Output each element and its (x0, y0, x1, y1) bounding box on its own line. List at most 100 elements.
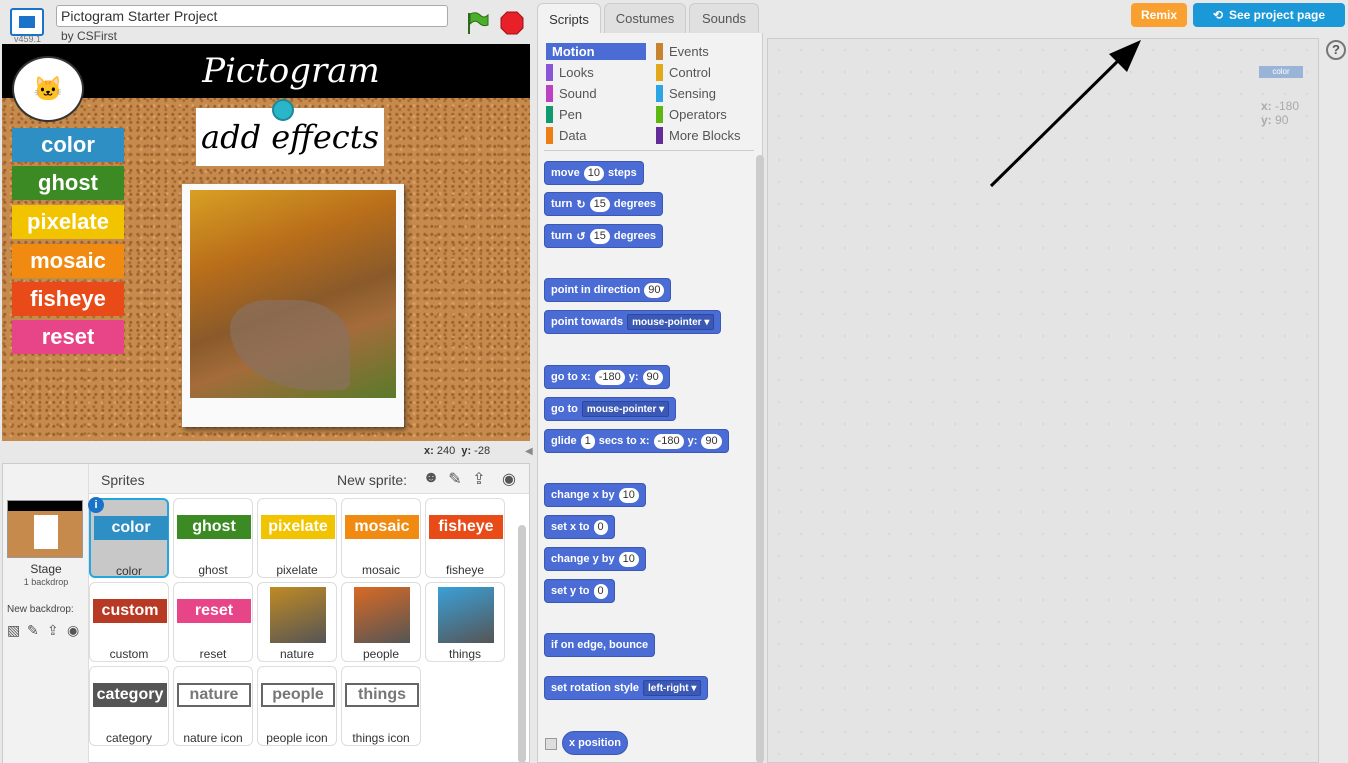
rotation-style-block[interactable]: set rotation style left-right ▾ (544, 676, 709, 700)
set-y-block[interactable]: set y to 0 (544, 579, 615, 603)
photo-frame[interactable] (182, 184, 404, 427)
category-right-4[interactable]: More Blocks (656, 127, 741, 144)
point-in-direction-block[interactable]: point in direction 90 (544, 278, 672, 302)
camera-icon[interactable]: ◉ (499, 469, 519, 489)
sprite-tile[interactable]: nature nature icon (173, 666, 253, 746)
stage-button-3[interactable]: mosaic (12, 244, 124, 278)
category-label: More Blocks (669, 128, 741, 143)
change-y-block[interactable]: change y by 10 (544, 547, 646, 571)
paintbrush-icon[interactable]: ✎ (27, 622, 45, 640)
block-number[interactable]: 90 (644, 282, 665, 298)
sprite-info-icon[interactable]: i (88, 497, 104, 513)
sprite-costume: mosaic (345, 515, 419, 539)
category-right-3[interactable]: Operators (656, 106, 727, 123)
sprite-tile[interactable]: things (425, 582, 505, 662)
sprite-tile[interactable]: ghost ghost (173, 498, 253, 578)
tab-sounds[interactable]: Sounds (689, 3, 759, 33)
turn-counterclockwise-block[interactable]: turn ↺ 15 degrees (544, 224, 664, 248)
mouse-coordinates: x: 240 y: -28 (424, 445, 490, 457)
category-left-1[interactable]: Looks (546, 64, 594, 81)
category-label: Looks (559, 65, 594, 80)
stage-button-4[interactable]: fisheye (12, 282, 124, 316)
sprite-tile[interactable]: pixelate pixelate (257, 498, 337, 578)
stage-button-5[interactable]: reset (12, 320, 124, 354)
block-dropdown[interactable]: mouse-pointer ▾ (627, 314, 715, 330)
sprite-list-scrollbar[interactable] (518, 525, 526, 763)
stage-thumbnail[interactable] (7, 500, 83, 558)
remix-button[interactable]: Remix (1131, 3, 1187, 27)
block-number[interactable]: -180 (594, 369, 625, 385)
character-icon[interactable]: ☻ (421, 469, 441, 489)
block-number[interactable]: 0 (593, 519, 608, 535)
change-x-block[interactable]: change x by 10 (544, 483, 646, 507)
green-flag-icon[interactable] (464, 10, 490, 36)
autumn-photo (190, 190, 396, 398)
see-project-page-button[interactable]: ⟲ See project page (1193, 3, 1345, 27)
block-number[interactable]: 1 (580, 433, 595, 449)
move-block[interactable]: move 10 steps (544, 161, 644, 185)
category-swatch (546, 127, 553, 144)
sprite-tile[interactable]: custom custom (89, 582, 169, 662)
sprite-costume: things (345, 683, 419, 707)
go-to-xy-block[interactable]: go to x: -180 y: 90 (544, 365, 670, 389)
collapse-stage-icon[interactable]: ◀ (525, 446, 537, 460)
sprite-name: fisheye (445, 563, 485, 577)
category-left-4[interactable]: Data (546, 127, 586, 144)
upload-icon[interactable]: ⇪ (47, 622, 65, 640)
turn-clockwise-block[interactable]: turn ↻ 15 degrees (544, 192, 664, 216)
set-x-block[interactable]: set x to 0 (544, 515, 615, 539)
sprite-tile[interactable]: reset reset (173, 582, 253, 662)
x-position-checkbox[interactable] (545, 738, 557, 750)
block-number[interactable]: 0 (593, 583, 608, 599)
bounce-block[interactable]: if on edge, bounce (544, 633, 656, 657)
stage[interactable]: Pictogram 🐱 color ghost pixelate mosaic fish… (2, 44, 530, 441)
stage-button-2[interactable]: pixelate (12, 205, 124, 239)
category-right-0[interactable]: Events (656, 43, 709, 60)
block-dropdown[interactable]: mouse-pointer ▾ (581, 401, 670, 417)
go-to-block[interactable]: go to mouse-pointer ▾ (544, 397, 677, 421)
category-right-2[interactable]: Sensing (656, 85, 716, 102)
sprite-x-label: x: (1261, 99, 1272, 113)
block-number[interactable]: 10 (583, 165, 604, 181)
sprite-tile[interactable]: people people icon (257, 666, 337, 746)
sprite-tile[interactable]: things things icon (341, 666, 421, 746)
category-left-2[interactable]: Sound (546, 85, 597, 102)
stop-icon[interactable] (500, 11, 524, 35)
block-number[interactable]: 10 (618, 487, 639, 503)
stage-button-0[interactable]: color (12, 128, 124, 162)
tab-costumes[interactable]: Costumes (604, 3, 686, 33)
sprite-tile[interactable]: fisheye fisheye (425, 498, 505, 578)
sprite-tile[interactable]: people (341, 582, 421, 662)
block-number[interactable]: 10 (618, 551, 639, 567)
help-icon[interactable]: ? (1326, 40, 1346, 60)
category-left-0[interactable]: Motion (546, 43, 646, 60)
block-text: point towards (551, 316, 624, 328)
category-right-1[interactable]: Control (656, 64, 711, 81)
palette-scrollbar[interactable] (756, 155, 764, 763)
block-number[interactable]: 90 (701, 433, 722, 449)
block-text: go to x: (551, 371, 591, 383)
backdrop-library-icon[interactable]: ▧ (7, 622, 25, 640)
block-dropdown[interactable]: left-right ▾ (643, 680, 702, 696)
glide-block[interactable]: glide 1 secs to x: -180 y: 90 (544, 429, 729, 453)
stage-column: Stage 1 backdrop New backdrop: ▧ ✎ ⇪ ◉ (3, 464, 89, 763)
stage-button-1[interactable]: ghost (12, 166, 124, 200)
annotation-arrow (989, 40, 1141, 188)
fullscreen-button[interactable] (10, 8, 44, 36)
camera-icon[interactable]: ◉ (67, 622, 85, 640)
category-label: Sensing (669, 86, 716, 101)
paintbrush-icon[interactable]: ✎ (445, 469, 465, 489)
block-number[interactable]: -180 (653, 433, 684, 449)
project-title-input[interactable] (56, 5, 448, 27)
sprite-tile[interactable]: mosaic mosaic (341, 498, 421, 578)
tab-scripts[interactable]: Scripts (537, 3, 601, 34)
x-position-reporter[interactable]: x position (562, 731, 628, 755)
upload-icon[interactable]: ⇪ (469, 469, 489, 489)
block-number[interactable]: 15 (589, 228, 610, 244)
block-number[interactable]: 15 (589, 196, 610, 212)
sprite-tile[interactable]: category category (89, 666, 169, 746)
block-number[interactable]: 90 (642, 369, 663, 385)
point-towards-block[interactable]: point towards mouse-pointer ▾ (544, 310, 722, 334)
category-left-3[interactable]: Pen (546, 106, 582, 123)
sprite-tile[interactable]: nature (257, 582, 337, 662)
